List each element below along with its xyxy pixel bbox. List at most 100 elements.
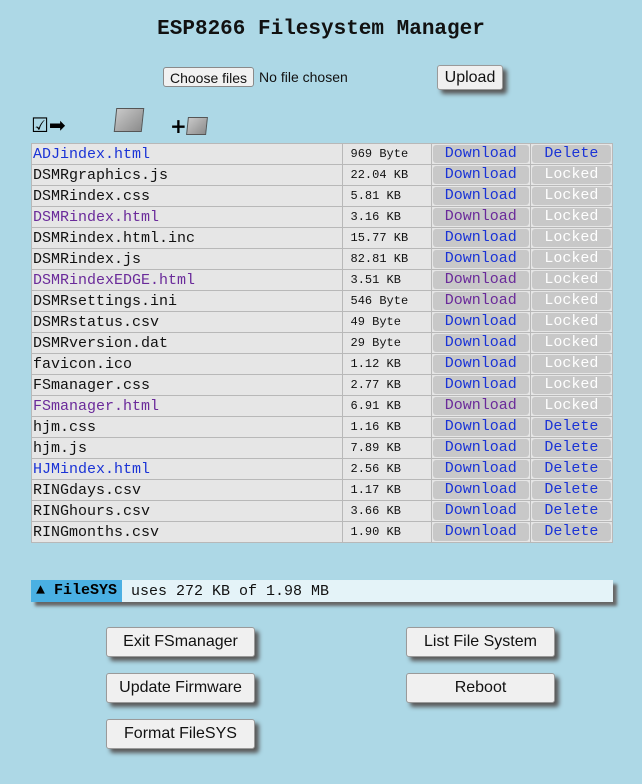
download-button[interactable]: Download: [432, 250, 529, 268]
delete-button[interactable]: Delete: [531, 481, 611, 499]
file-name: DSMRsettings.ini: [31, 290, 343, 312]
file-row: DSMRindex.html.inc 15.77 KB Download Locked: [31, 227, 614, 249]
action-cell: Locked: [529, 332, 614, 354]
download-cell: Download: [430, 164, 531, 186]
download-cell: Download: [430, 206, 531, 228]
action-cell: Locked: [529, 185, 614, 207]
download-button[interactable]: Download: [432, 460, 529, 478]
delete-button[interactable]: Delete: [531, 460, 611, 478]
download-cell: Download: [430, 416, 531, 438]
action-cell: Locked: [529, 353, 614, 375]
file-row: DSMRindex.css 5.81 KB Download Locked: [31, 185, 614, 207]
action-cell: Locked: [529, 374, 614, 396]
download-button[interactable]: Download: [432, 439, 529, 457]
download-cell: Download: [430, 353, 531, 375]
delete-button[interactable]: Delete: [531, 502, 611, 520]
file-size: 2.77 KB: [341, 374, 432, 396]
file-size: 3.51 KB: [341, 269, 432, 291]
file-name: DSMRstatus.csv: [31, 311, 343, 333]
download-button[interactable]: Download: [432, 502, 529, 520]
action-cell: Delete: [529, 416, 614, 438]
file-input[interactable]: Choose files No file chosen: [163, 67, 348, 87]
file-name: DSMRindex.js: [31, 248, 343, 270]
file-row: DSMRversion.dat 29 Byte Download Locked: [31, 332, 614, 354]
file-row: favicon.ico 1.12 KB Download Locked: [31, 353, 614, 375]
upload-button[interactable]: Upload: [437, 65, 503, 90]
locked-label: Locked: [531, 397, 611, 415]
locked-label: Locked: [531, 292, 611, 310]
file-name: FSmanager.css: [31, 374, 343, 396]
delete-button[interactable]: Delete: [531, 145, 611, 163]
action-cell: Delete: [529, 458, 614, 480]
download-button[interactable]: Download: [432, 481, 529, 499]
file-size: 2.56 KB: [341, 458, 432, 480]
delete-button[interactable]: Delete: [531, 418, 611, 436]
small-folder-shape: [185, 117, 208, 135]
download-cell: Download: [430, 290, 531, 312]
download-button[interactable]: Download: [432, 229, 529, 247]
download-button[interactable]: Download: [432, 166, 529, 184]
file-row: DSMRindex.js 82.81 KB Download Locked: [31, 248, 614, 270]
locked-label: Locked: [531, 271, 611, 289]
download-cell: Download: [430, 395, 531, 417]
download-button[interactable]: Download: [432, 523, 529, 541]
download-button[interactable]: Download: [432, 145, 529, 163]
choose-files-button[interactable]: Choose files: [163, 67, 255, 87]
download-cell: Download: [430, 374, 531, 396]
folder-shape: [113, 108, 145, 132]
locked-label: Locked: [531, 355, 611, 373]
download-button[interactable]: Download: [432, 187, 529, 205]
exit-fsmanager-button[interactable]: Exit FSmanager: [106, 627, 255, 657]
locked-label: Locked: [531, 187, 611, 205]
file-row: DSMRsettings.ini 546 Byte Download Locked: [31, 290, 614, 312]
file-row: RINGhours.csv 3.66 KB Download Delete: [31, 500, 614, 522]
format-filesys-button[interactable]: Format FileSYS: [106, 719, 255, 749]
folder-icon[interactable]: [113, 108, 145, 132]
download-cell: Download: [430, 227, 531, 249]
download-button[interactable]: Download: [432, 208, 529, 226]
file-name[interactable]: ADJindex.html: [31, 143, 343, 165]
action-cell: Delete: [529, 437, 614, 459]
locked-label: Locked: [531, 229, 611, 247]
download-button[interactable]: Download: [432, 334, 529, 352]
action-cell: Locked: [529, 206, 614, 228]
download-button[interactable]: Download: [432, 397, 529, 415]
file-name[interactable]: DSMRindexEDGE.html: [31, 269, 343, 291]
file-name: hjm.css: [31, 416, 343, 438]
download-button[interactable]: Download: [432, 418, 529, 436]
new-folder-icon[interactable]: +: [170, 114, 208, 138]
file-row: RINGdays.csv 1.17 KB Download Delete: [31, 479, 614, 501]
file-size: 82.81 KB: [341, 248, 432, 270]
file-name[interactable]: HJMindex.html: [31, 458, 343, 480]
file-size: 3.66 KB: [341, 500, 432, 522]
reboot-button[interactable]: Reboot: [406, 673, 555, 703]
action-cell: Locked: [529, 395, 614, 417]
filesys-label[interactable]: ▲ FileSYS: [31, 580, 123, 602]
update-firmware-button[interactable]: Update Firmware: [106, 673, 255, 703]
download-button[interactable]: Download: [432, 271, 529, 289]
file-row: RINGmonths.csv 1.90 KB Download Delete: [31, 521, 614, 543]
delete-button[interactable]: Delete: [531, 523, 611, 541]
download-cell: Download: [430, 248, 531, 270]
select-move-icon[interactable]: ☑➡: [31, 113, 66, 137]
download-cell: Download: [430, 500, 531, 522]
download-button[interactable]: Download: [432, 376, 529, 394]
list-file-system-button[interactable]: List File System: [406, 627, 555, 657]
file-row: hjm.css 1.16 KB Download Delete: [31, 416, 614, 438]
file-size: 6.91 KB: [341, 395, 432, 417]
locked-label: Locked: [531, 334, 611, 352]
delete-button[interactable]: Delete: [531, 439, 611, 457]
download-cell: Download: [430, 479, 531, 501]
file-name[interactable]: DSMRindex.html: [31, 206, 343, 228]
download-button[interactable]: Download: [432, 355, 529, 373]
file-table: ADJindex.html 969 Byte Download Delete DSMRg…: [31, 143, 614, 543]
download-button[interactable]: Download: [432, 313, 529, 331]
action-cell: Locked: [529, 269, 614, 291]
file-name[interactable]: FSmanager.html: [31, 395, 343, 417]
file-name: DSMRversion.dat: [31, 332, 343, 354]
download-button[interactable]: Download: [432, 292, 529, 310]
file-row: FSmanager.html 6.91 KB Download Locked: [31, 395, 614, 417]
file-size: 1.90 KB: [341, 521, 432, 543]
file-row: DSMRindexEDGE.html 3.51 KB Download Locked: [31, 269, 614, 291]
locked-label: Locked: [531, 166, 611, 184]
